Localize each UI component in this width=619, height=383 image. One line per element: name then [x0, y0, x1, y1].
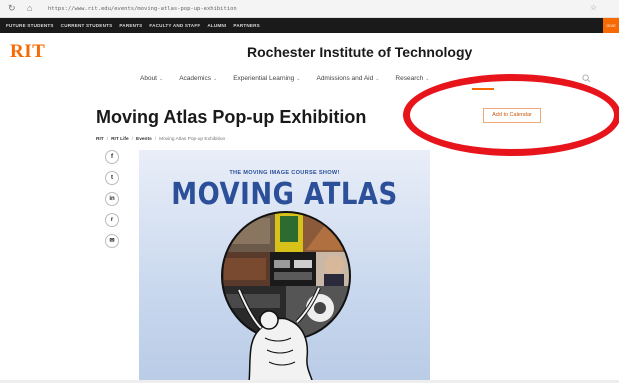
nav-item-label: Admissions and Aid — [316, 75, 374, 82]
breadcrumb-separator: / — [131, 137, 134, 142]
browser-toolbar: ↻ ⌂ https://www.rit.edu/events/moving-at… — [0, 0, 619, 18]
highlight-annotation-ring — [403, 74, 619, 156]
rit-logo[interactable]: RIT — [10, 41, 45, 63]
chevron-down-icon: ⌄ — [375, 76, 380, 82]
chevron-down-icon: ⌄ — [425, 76, 430, 82]
breadcrumb-separator: / — [154, 137, 157, 142]
chevron-down-icon: ⌄ — [213, 76, 218, 82]
linkedin-icon[interactable]: in — [105, 192, 119, 206]
give-button[interactable]: GIVE — [603, 18, 619, 33]
address-bar[interactable]: https://www.rit.edu/events/moving-atlas-… — [48, 4, 568, 15]
chevron-down-icon: ⌄ — [296, 76, 301, 82]
nav-item-experiential-learning[interactable]: Experiential Learning ⌄ — [233, 75, 300, 82]
site-title[interactable]: Rochester Institute of Technology — [247, 44, 472, 60]
nav-item-label: About — [140, 75, 157, 82]
nav-item-label: Experiential Learning — [233, 75, 295, 82]
breadcrumb-separator: / — [106, 137, 109, 142]
twitter-icon[interactable]: t — [105, 171, 119, 185]
nav-item-research[interactable]: Research ⌄ — [395, 75, 429, 82]
breadcrumb-link[interactable]: RIT Life — [111, 137, 129, 142]
breadcrumb-link[interactable]: Events — [136, 137, 152, 142]
nav-item-about[interactable]: About ⌄ — [140, 75, 163, 82]
audience-nav-bar: FUTURE STUDENTS CURRENT STUDENTS PARENTS FA… — [0, 18, 619, 33]
email-icon[interactable]: ✉ — [105, 234, 119, 248]
breadcrumb-current: Moving Atlas Pop-up Exhibition — [159, 137, 226, 142]
home-icon[interactable]: ⌂ — [27, 3, 32, 13]
page-title: Moving Atlas Pop-up Exhibition — [96, 107, 367, 127]
search-icon[interactable] — [582, 74, 591, 83]
audience-link[interactable]: FUTURE STUDENTS — [6, 23, 54, 28]
audience-links: FUTURE STUDENTS CURRENT STUDENTS PARENTS FA… — [6, 18, 260, 33]
event-poster: THE MOVING IMAGE COURSE SHOW! MOVING ATL… — [139, 150, 430, 383]
audience-link[interactable]: FACULTY AND STAFF — [149, 23, 200, 28]
audience-link[interactable]: PARTNERS — [233, 23, 260, 28]
facebook-icon[interactable]: f — [105, 150, 119, 164]
breadcrumb-link[interactable]: RIT — [96, 137, 104, 142]
nav-item-label: Research — [395, 75, 424, 82]
audience-link[interactable]: ALUMNI — [207, 23, 226, 28]
reload-icon[interactable]: ↻ — [8, 3, 16, 14]
breadcrumb: RIT / RIT Life / Events / Moving Atlas Pop-up … — [96, 137, 225, 142]
poster-title: MOVING ATLAS — [171, 177, 398, 213]
bookmark-star-icon[interactable]: ☆ — [590, 3, 597, 12]
nav-item-admissions-and-aid[interactable]: Admissions and Aid ⌄ — [316, 75, 379, 82]
main-nav: About ⌄ Academics ⌄ Experiential Learning ⌄ Ad… — [140, 75, 445, 82]
atlas-figure-illustration — [237, 287, 321, 383]
audience-link[interactable]: CURRENT STUDENTS — [61, 23, 113, 28]
audience-link[interactable]: PARENTS — [119, 23, 142, 28]
chevron-down-icon: ⌄ — [159, 76, 164, 82]
reddit-icon[interactable]: r — [105, 213, 119, 227]
nav-item-label: Academics — [179, 75, 211, 82]
nav-item-academics[interactable]: Academics ⌄ — [179, 75, 217, 82]
poster-subtitle: THE MOVING IMAGE COURSE SHOW! — [229, 170, 340, 176]
